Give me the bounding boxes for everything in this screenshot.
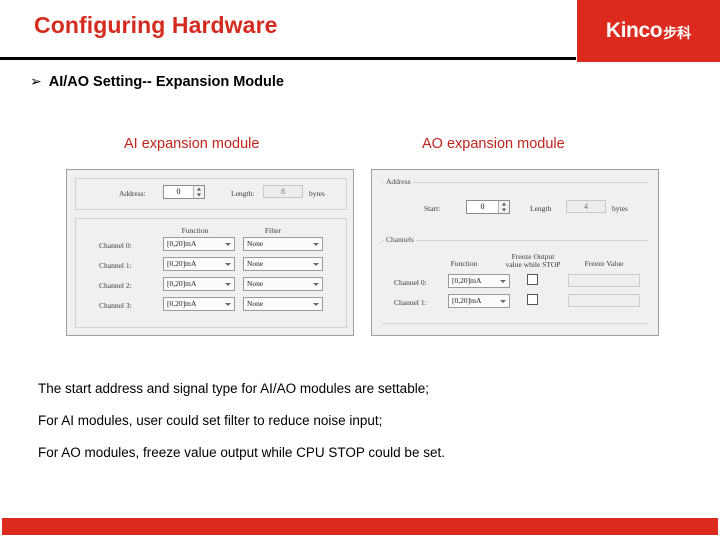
ai-function-value: [0,20]mA <box>167 299 197 308</box>
ai-address-spinner[interactable]: 0 <box>163 185 205 199</box>
ai-channel-label: Channel 3: <box>99 301 132 310</box>
ai-address-label: Address: <box>119 189 146 198</box>
ao-channel-label: Channel 0: <box>394 278 427 287</box>
spinner-down-icon[interactable] <box>499 207 509 213</box>
chevron-down-icon[interactable] <box>496 295 509 307</box>
ai-address-group <box>75 178 347 210</box>
chevron-down-icon[interactable] <box>221 258 234 270</box>
brand-logo-block: Kinco 步科 <box>577 0 720 62</box>
ao-freeze-output-checkbox[interactable] <box>527 274 538 285</box>
ao-freeze-value-input[interactable] <box>568 294 640 307</box>
ai-function-select[interactable]: [0,20]mA <box>163 297 235 311</box>
ai-filter-value: None <box>247 259 264 268</box>
page-title: Configuring Hardware <box>34 12 278 38</box>
ao-length-label: Length <box>530 204 552 213</box>
ai-address-value: 0 <box>176 187 181 196</box>
ao-col-freeze-value-header: Freeze Value <box>584 259 624 268</box>
chevron-down-icon[interactable] <box>221 298 234 310</box>
ao-start-spinner[interactable]: 0 <box>466 200 510 214</box>
ai-channel-label: Channel 0: <box>99 241 132 250</box>
chevron-down-icon[interactable] <box>496 275 509 287</box>
ai-col-filter-header: Filter <box>264 226 282 235</box>
ai-function-select[interactable]: [0,20]mA <box>163 257 235 271</box>
ai-filter-value: None <box>247 279 264 288</box>
ao-start-label: Start: <box>424 204 441 213</box>
chevron-down-icon[interactable] <box>309 278 322 290</box>
chevron-down-icon[interactable] <box>309 238 322 250</box>
ao-length-value: 4 <box>566 200 606 213</box>
body-text-line: For AI modules, user could set filter to… <box>38 413 383 428</box>
section-heading-label: AI/AO Setting-- Expansion Module <box>48 74 284 90</box>
header-divider-rule <box>0 57 576 60</box>
ao-function-value: [0,20]mA <box>452 296 482 305</box>
chevron-down-icon[interactable] <box>221 238 234 250</box>
ai-module-dialog: Address: 0 Length: 8 bytes Function Filt… <box>66 169 354 336</box>
ao-address-group-legend: Address <box>384 177 413 186</box>
ai-length-label: Length: <box>231 189 255 198</box>
ao-channels-group-legend: Channels <box>384 235 416 244</box>
ao-bytes-label: bytes <box>612 204 628 213</box>
ai-filter-select[interactable]: None <box>243 277 323 291</box>
ai-function-value: [0,20]mA <box>167 239 197 248</box>
ao-start-value: 0 <box>480 202 485 211</box>
ai-module-caption: AI expansion module <box>124 136 260 152</box>
ai-col-function-header: Function <box>181 226 209 235</box>
body-text-line: For AO modules, freeze value output whil… <box>38 445 445 460</box>
ao-function-select[interactable]: [0,20]mA <box>448 274 510 288</box>
ai-address-spinner-arrows[interactable] <box>193 186 204 198</box>
chevron-down-icon[interactable] <box>309 258 322 270</box>
ao-function-value: [0,20]mA <box>452 276 482 285</box>
chevron-down-icon[interactable] <box>309 298 322 310</box>
footer-bar <box>2 518 718 535</box>
ai-length-value: 8 <box>263 185 303 198</box>
ai-filter-select[interactable]: None <box>243 257 323 271</box>
chevron-down-icon[interactable] <box>221 278 234 290</box>
ao-start-spinner-arrows[interactable] <box>498 201 509 213</box>
brand-logo-chinese: 步科 <box>663 25 692 41</box>
ai-filter-select[interactable]: None <box>243 297 323 311</box>
ai-function-select[interactable]: [0,20]mA <box>163 237 235 251</box>
ai-function-value: [0,20]mA <box>167 279 197 288</box>
ao-module-caption: AO expansion module <box>422 136 565 152</box>
section-heading: ➢ AI/AO Setting-- Expansion Module <box>30 74 284 90</box>
brand-logo: Kinco 步科 <box>577 0 720 62</box>
ai-channel-label: Channel 2: <box>99 281 132 290</box>
arrow-bullet-icon: ➢ <box>30 73 42 89</box>
ai-function-value: [0,20]mA <box>167 259 197 268</box>
spinner-down-icon[interactable] <box>194 192 204 198</box>
ao-channel-label: Channel 1: <box>394 298 427 307</box>
ai-filter-select[interactable]: None <box>243 237 323 251</box>
ao-col-freeze-output-header-line2: value while STOP <box>505 260 561 269</box>
ao-module-dialog: Address Start: 0 Length 4 bytes Channels… <box>371 169 659 336</box>
ai-function-select[interactable]: [0,20]mA <box>163 277 235 291</box>
ao-freeze-output-checkbox[interactable] <box>527 294 538 305</box>
slide-header: Configuring Hardware Kinco 步科 <box>0 0 720 62</box>
body-text-line: The start address and signal type for AI… <box>38 381 429 396</box>
ao-col-function-header: Function <box>450 259 478 268</box>
ao-address-group <box>382 182 648 226</box>
ao-freeze-value-input[interactable] <box>568 274 640 287</box>
ao-function-select[interactable]: [0,20]mA <box>448 294 510 308</box>
ai-filter-value: None <box>247 299 264 308</box>
ai-bytes-label: bytes <box>309 189 325 198</box>
ai-channel-label: Channel 1: <box>99 261 132 270</box>
ai-filter-value: None <box>247 239 264 248</box>
brand-logo-latin: Kinco <box>605 19 663 42</box>
